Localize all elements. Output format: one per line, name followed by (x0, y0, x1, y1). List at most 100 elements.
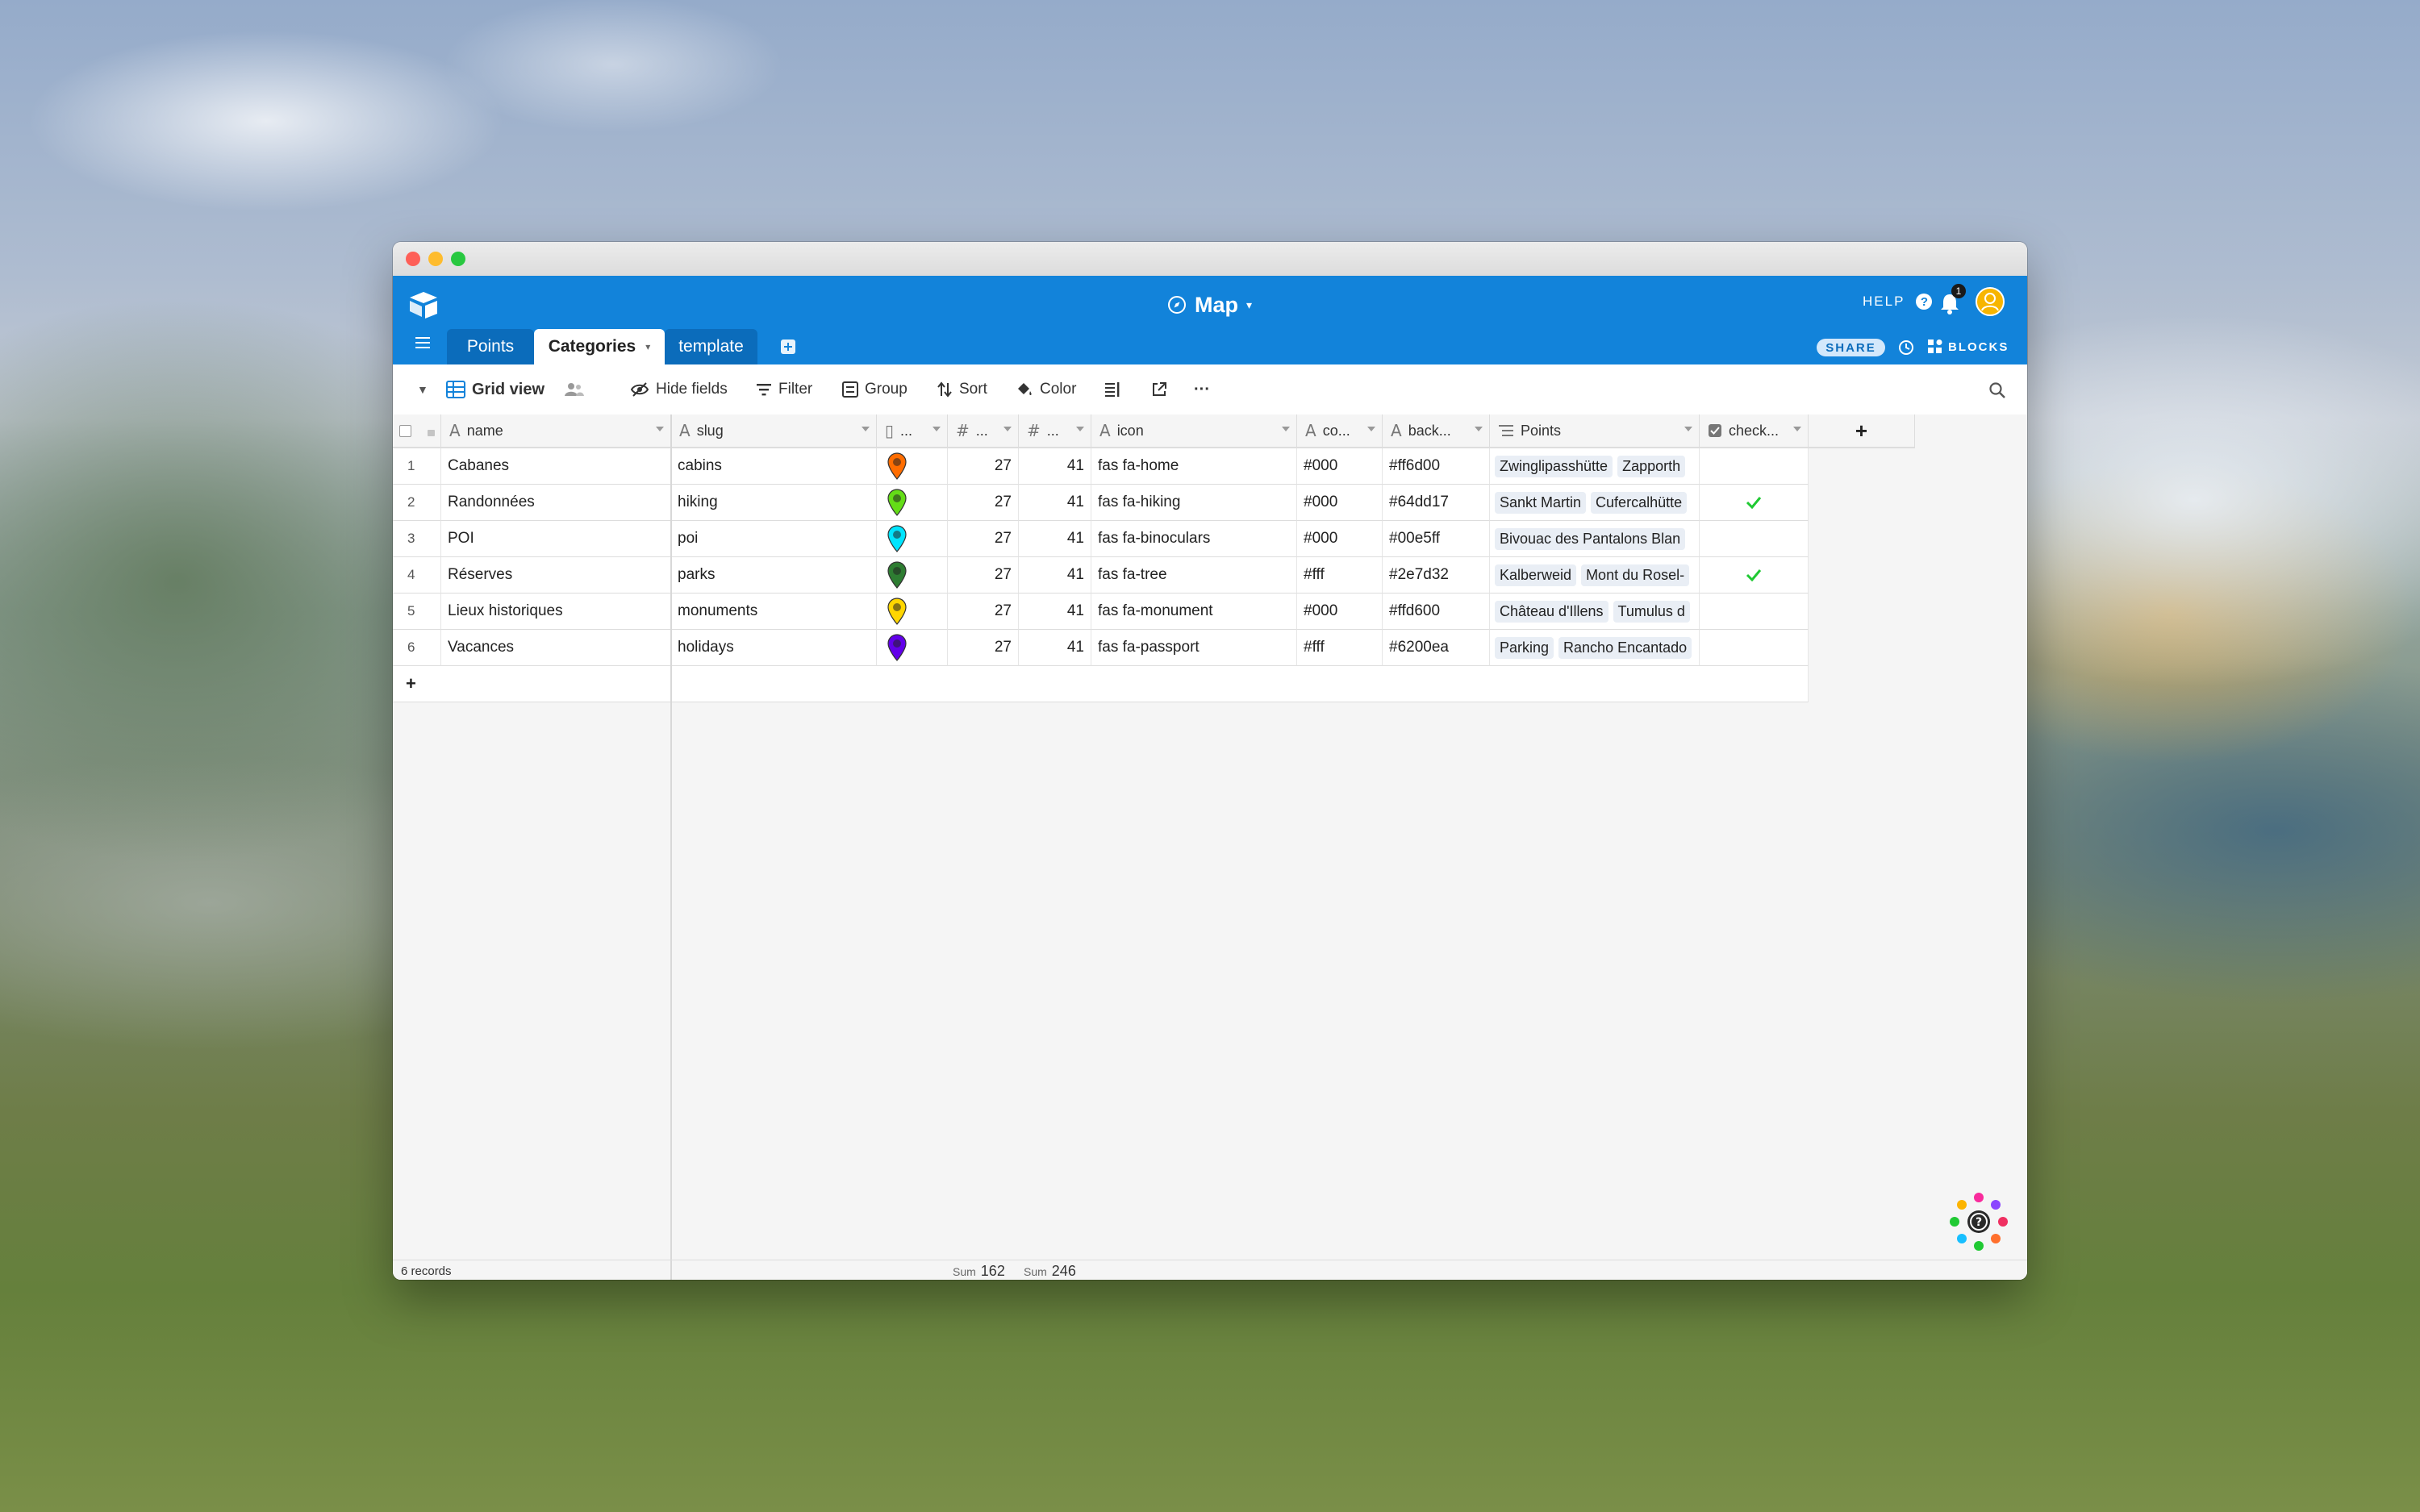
column-header-name[interactable]: A name (441, 414, 671, 448)
cell-marker-image[interactable] (877, 448, 948, 485)
chevron-down-icon[interactable] (656, 427, 664, 431)
chevron-down-icon[interactable] (1003, 427, 1012, 431)
row-number[interactable]: 6 (393, 630, 441, 666)
cell-name[interactable]: Réserves (441, 557, 671, 594)
cell-name[interactable]: Vacances (441, 630, 671, 666)
row-number[interactable]: 2 (393, 485, 441, 521)
cell-points[interactable]: Château d'Illens Tumulus d (1490, 594, 1700, 630)
column-header-icon[interactable]: A icon (1091, 414, 1297, 448)
minimize-window-button[interactable] (428, 252, 443, 266)
cell-checkbox[interactable] (1700, 448, 1809, 485)
cell-background[interactable]: #2e7d32 (1383, 557, 1490, 594)
column-header-number-1[interactable]: # ... (948, 414, 1019, 448)
cell-slug[interactable]: holidays (671, 630, 877, 666)
airtable-logo-icon[interactable] (407, 290, 440, 319)
linked-record-chip[interactable]: Zapporth (1617, 455, 1686, 477)
cell-points[interactable]: Bivouac des Pantalons Blan (1490, 521, 1700, 557)
row-number[interactable]: 4 (393, 557, 441, 594)
cell-checkbox[interactable] (1700, 521, 1809, 557)
view-switcher[interactable]: Grid view (446, 364, 585, 414)
row-height-button[interactable] (1104, 364, 1120, 414)
sum-number-2[interactable]: Sum 246 (1024, 1263, 1076, 1280)
cell-number-1[interactable]: 27 (948, 630, 1019, 666)
column-header-number-2[interactable]: # ... (1019, 414, 1091, 448)
cell-number-1[interactable]: 27 (948, 485, 1019, 521)
cell-points[interactable]: Kalberweid Mont du Rosel- (1490, 557, 1700, 594)
help-support-icon[interactable]: ? (1946, 1189, 2012, 1255)
cell-slug[interactable]: poi (671, 521, 877, 557)
add-record-row-fill[interactable] (671, 666, 1809, 702)
cell-marker-image[interactable] (877, 594, 948, 630)
cell-number-2[interactable]: 41 (1019, 557, 1091, 594)
cell-number-1[interactable]: 27 (948, 448, 1019, 485)
column-header-background[interactable]: A back... (1383, 414, 1490, 448)
cell-number-1[interactable]: 27 (948, 594, 1019, 630)
cell-number-2[interactable]: 41 (1019, 448, 1091, 485)
chevron-down-icon[interactable] (1684, 427, 1692, 431)
cell-number-2[interactable]: 41 (1019, 521, 1091, 557)
linked-record-chip[interactable]: Mont du Rosel- (1581, 564, 1690, 586)
user-avatar[interactable] (1976, 287, 2005, 316)
chevron-down-icon[interactable] (933, 427, 941, 431)
cell-slug[interactable]: monuments (671, 594, 877, 630)
chevron-down-icon[interactable]: ▾ (645, 341, 650, 352)
column-header-checkbox[interactable]: check... (1700, 414, 1809, 448)
cell-checkbox[interactable] (1700, 594, 1809, 630)
hamburger-menu-icon[interactable] (415, 337, 430, 348)
linked-record-chip[interactable]: Château d'Illens (1495, 600, 1608, 623)
chevron-down-icon[interactable] (1793, 427, 1801, 431)
cell-marker-image[interactable] (877, 557, 948, 594)
cell-slug[interactable]: parks (671, 557, 877, 594)
cell-background[interactable]: #ff6d00 (1383, 448, 1490, 485)
help-button[interactable]: HELP ? (1863, 294, 1933, 310)
blocks-button[interactable]: BLOCKS (1927, 339, 2009, 355)
cell-checkbox[interactable] (1700, 630, 1809, 666)
cell-slug[interactable]: cabins (671, 448, 877, 485)
cell-color[interactable]: #000 (1297, 594, 1383, 630)
cell-icon[interactable]: fas fa-monument (1091, 594, 1297, 630)
linked-record-chip[interactable]: Tumulus d (1613, 600, 1690, 623)
share-view-button[interactable] (1151, 364, 1167, 414)
cell-name[interactable]: Randonnées (441, 485, 671, 521)
cell-icon[interactable]: fas fa-tree (1091, 557, 1297, 594)
linked-record-chip[interactable]: Zwinglipasshütte (1495, 455, 1613, 477)
cell-points[interactable]: Sankt Martin Cufercalhütte (1490, 485, 1700, 521)
cell-color[interactable]: #000 (1297, 448, 1383, 485)
share-button[interactable]: SHARE (1817, 339, 1885, 356)
cell-checkbox[interactable] (1700, 485, 1809, 521)
cell-name[interactable]: Lieux historiques (441, 594, 671, 630)
color-button[interactable]: Color (1016, 364, 1076, 414)
tab-template[interactable]: template (665, 329, 757, 364)
cell-points[interactable]: Zwinglipasshütte Zapporth (1490, 448, 1700, 485)
cell-icon[interactable]: fas fa-passport (1091, 630, 1297, 666)
linked-record-chip[interactable]: Sankt Martin (1495, 491, 1587, 514)
cell-background[interactable]: #6200ea (1383, 630, 1490, 666)
cell-number-1[interactable]: 27 (948, 521, 1019, 557)
tab-points[interactable]: Points (447, 329, 534, 364)
sum-number-1[interactable]: Sum 162 (953, 1263, 1005, 1280)
cell-background[interactable]: #64dd17 (1383, 485, 1490, 521)
chevron-down-icon[interactable] (1282, 427, 1290, 431)
sort-button[interactable]: Sort (937, 364, 987, 414)
column-header-color[interactable]: A co... (1297, 414, 1383, 448)
cell-icon[interactable]: fas fa-hiking (1091, 485, 1297, 521)
search-icon[interactable] (1988, 381, 2006, 399)
cell-icon[interactable]: fas fa-binoculars (1091, 521, 1297, 557)
cell-number-2[interactable]: 41 (1019, 485, 1091, 521)
column-header-points[interactable]: Points (1490, 414, 1700, 448)
cell-slug[interactable]: hiking (671, 485, 877, 521)
add-table-icon[interactable] (780, 339, 796, 355)
cell-number-1[interactable]: 27 (948, 557, 1019, 594)
row-number[interactable]: 5 (393, 594, 441, 630)
row-number[interactable]: 1 (393, 448, 441, 485)
add-record-button[interactable]: + (393, 666, 671, 702)
cell-color[interactable]: #fff (1297, 557, 1383, 594)
cell-name[interactable]: POI (441, 521, 671, 557)
cell-color[interactable]: #fff (1297, 630, 1383, 666)
header-select-all[interactable] (393, 414, 441, 448)
history-icon[interactable] (1897, 339, 1915, 356)
row-number[interactable]: 3 (393, 521, 441, 557)
tab-categories[interactable]: Categories ▾ (534, 329, 665, 364)
cell-number-2[interactable]: 41 (1019, 594, 1091, 630)
cell-checkbox[interactable] (1700, 557, 1809, 594)
